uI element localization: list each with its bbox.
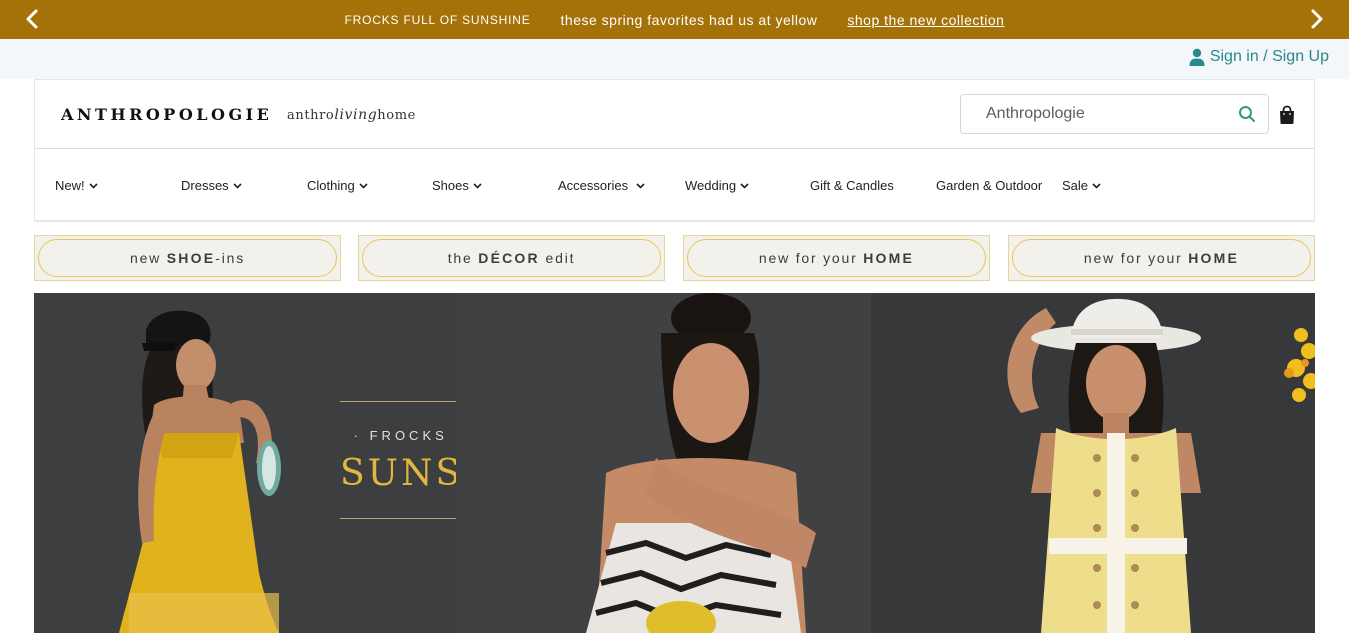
tile-decor-edit[interactable]: the DÉCOR edit <box>358 235 665 281</box>
nav-item-wedding[interactable]: Wedding <box>685 178 749 193</box>
promo-text: these spring favorites had us at yellow <box>560 11 818 28</box>
nav-item-new[interactable]: New! <box>55 178 98 193</box>
shopping-bag-icon[interactable] <box>1278 105 1296 125</box>
hero-banner[interactable]: · FROCKS FULL OF · SUNSHINE <box>34 293 1315 633</box>
nav-label: Gift & Candles <box>810 178 894 193</box>
nav-label: Shoes <box>432 178 469 193</box>
promo-cta-link[interactable]: shop the new collection <box>847 12 1004 28</box>
nav-label: New! <box>55 178 85 193</box>
tile-new-shoe-ins[interactable]: new SHOE -ins <box>34 235 341 281</box>
chevron-down-icon <box>740 182 749 189</box>
chevron-down-icon <box>473 182 482 189</box>
nav-item-dresses[interactable]: Dresses <box>181 178 242 193</box>
nav-label: Accessories <box>558 178 629 193</box>
chevron-down-icon <box>1092 182 1101 189</box>
tile-label: new for your HOME <box>684 236 989 280</box>
tile-label: the DÉCOR edit <box>359 236 664 280</box>
chevron-right-icon[interactable] <box>1306 8 1328 30</box>
tile-new-for-home-2[interactable]: new for your HOME <box>1008 235 1315 281</box>
tile-text: -ins <box>215 250 246 266</box>
promo-banner: FROCKS FULL OF SUNSHINE these spring fav… <box>0 0 1349 39</box>
account-strip: Sign in / Sign Up <box>0 39 1349 79</box>
nav-label: Clothing <box>307 178 355 193</box>
chevron-down-icon <box>359 182 368 189</box>
tile-text: new for your <box>758 250 864 266</box>
nav-item-accessories[interactable]: Accessories <box>558 178 645 193</box>
nav-item-gift-candles[interactable]: Gift & Candles <box>810 178 894 193</box>
main-nav: New! Dresses Clothing Shoes Accessories … <box>34 149 1315 222</box>
tile-new-for-home[interactable]: new for your HOME <box>683 235 990 281</box>
tile-text-bold: DÉCOR <box>478 250 540 266</box>
sub-logo-script: living <box>334 107 378 123</box>
search-box <box>960 94 1269 134</box>
tile-text: the <box>447 250 479 266</box>
tile-label: new for your HOME <box>1009 236 1314 280</box>
nav-item-clothing[interactable]: Clothing <box>307 178 368 193</box>
tile-text-bold: HOME <box>863 250 915 266</box>
hero-model-hat-dress-image <box>871 293 1315 633</box>
sign-in-label: Sign in / Sign Up <box>1209 48 1329 65</box>
nav-item-garden-outdoor[interactable]: Garden & Outdoor <box>936 178 1042 193</box>
tile-text-bold: SHOE <box>166 250 216 266</box>
search-icon[interactable] <box>1238 105 1256 123</box>
site-header: ANTHROPOLOGIE anthrolivinghome <box>34 79 1315 149</box>
nav-item-shoes[interactable]: Shoes <box>432 178 482 193</box>
nav-label: Dresses <box>181 178 229 193</box>
sub-logo-prefix: anthro <box>287 108 335 123</box>
tile-text: new <box>129 250 167 266</box>
nav-item-sale[interactable]: Sale <box>1062 178 1101 193</box>
nav-label: Sale <box>1062 178 1089 193</box>
nav-label: Wedding <box>685 178 737 193</box>
tile-text: edit <box>539 250 576 266</box>
anthropologie-logo[interactable]: ANTHROPOLOGIE <box>61 105 272 124</box>
tile-label: new SHOE -ins <box>35 236 340 280</box>
search-input[interactable] <box>961 95 1231 133</box>
tile-text-bold: HOME <box>1188 250 1240 266</box>
user-icon <box>1189 48 1205 66</box>
tile-text: new for your <box>1083 250 1189 266</box>
promo-message: FROCKS FULL OF SUNSHINE these spring fav… <box>0 0 1349 39</box>
chevron-down-icon <box>636 182 645 189</box>
hero-model-print-dress-image <box>456 293 871 633</box>
sign-in-link[interactable]: Sign in / Sign Up <box>1189 48 1329 66</box>
nav-label: Garden & Outdoor <box>936 178 1043 193</box>
chevron-down-icon <box>233 182 242 189</box>
chevron-down-icon <box>89 182 98 189</box>
sub-logo-suffix: home <box>377 108 416 123</box>
anthro-living-home-logo[interactable]: anthrolivinghome <box>287 107 416 123</box>
promo-eyebrow: FROCKS FULL OF SUNSHINE <box>344 12 531 27</box>
